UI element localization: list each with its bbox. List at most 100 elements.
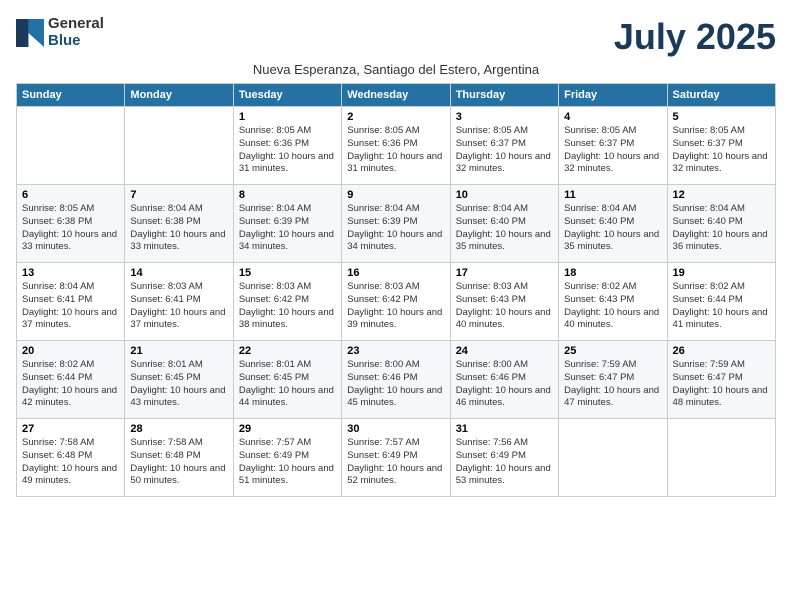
day-info: Sunrise: 8:04 AM Sunset: 6:40 PM Dayligh… (564, 203, 661, 254)
day-header-tuesday: Tuesday (233, 84, 341, 107)
day-info: Sunrise: 8:03 AM Sunset: 6:42 PM Dayligh… (347, 281, 444, 332)
day-number: 1 (239, 111, 336, 123)
day-number: 27 (22, 423, 119, 435)
day-info: Sunrise: 8:05 AM Sunset: 6:36 PM Dayligh… (239, 125, 336, 176)
day-number: 2 (347, 111, 444, 123)
calendar-cell: 26Sunrise: 7:59 AM Sunset: 6:47 PM Dayli… (667, 341, 775, 419)
calendar-cell: 29 Sunrise: 7:57 AM Sunset: 6:49 PM Dayli… (233, 419, 341, 497)
day-header-saturday: Saturday (667, 84, 775, 107)
day-number: 30 (347, 423, 444, 435)
day-info: Sunrise: 8:01 AM Sunset: 6:45 PM Dayligh… (239, 359, 336, 410)
calendar-cell: 14 Sunrise: 8:03 AM Sunset: 6:41 PM Dayli… (125, 263, 233, 341)
calendar-cell: 2 Sunrise: 8:05 AM Sunset: 6:36 PM Daylig… (342, 107, 450, 185)
day-info: Sunrise: 7:57 AM Sunset: 6:49 PM Dayligh… (239, 437, 336, 488)
day-header-monday: Monday (125, 84, 233, 107)
day-number: 6 (22, 189, 119, 201)
day-number: 9 (347, 189, 444, 201)
day-number: 25 (564, 345, 661, 357)
day-info: Sunrise: 8:04 AM Sunset: 6:40 PM Dayligh… (673, 203, 770, 254)
day-number: 14 (130, 267, 227, 279)
calendar-cell (559, 419, 667, 497)
calendar-cell: 17Sunrise: 8:03 AM Sunset: 6:43 PM Dayli… (450, 263, 558, 341)
calendar-week-2: 6 Sunrise: 8:05 AM Sunset: 6:38 PM Daylig… (17, 185, 776, 263)
calendar-cell: 19Sunrise: 8:02 AM Sunset: 6:44 PM Dayli… (667, 263, 775, 341)
calendar-cell: 1 Sunrise: 8:05 AM Sunset: 6:36 PM Daylig… (233, 107, 341, 185)
calendar-cell: 7 Sunrise: 8:04 AM Sunset: 6:38 PM Daylig… (125, 185, 233, 263)
day-info: Sunrise: 8:02 AM Sunset: 6:44 PM Dayligh… (22, 359, 119, 410)
day-number: 18 (564, 267, 661, 279)
calendar-cell: 21Sunrise: 8:01 AM Sunset: 6:45 PM Dayli… (125, 341, 233, 419)
calendar-cell: 18Sunrise: 8:02 AM Sunset: 6:43 PM Dayli… (559, 263, 667, 341)
day-info: Sunrise: 8:02 AM Sunset: 6:44 PM Dayligh… (673, 281, 770, 332)
day-number: 4 (564, 111, 661, 123)
day-info: Sunrise: 7:57 AM Sunset: 6:49 PM Dayligh… (347, 437, 444, 488)
day-info: Sunrise: 8:05 AM Sunset: 6:36 PM Dayligh… (347, 125, 444, 176)
calendar-cell: 11Sunrise: 8:04 AM Sunset: 6:40 PM Dayli… (559, 185, 667, 263)
day-number: 21 (130, 345, 227, 357)
calendar-cell: 12 Sunrise: 8:04 AM Sunset: 6:40 PM Dayli… (667, 185, 775, 263)
calendar-cell: 3 Sunrise: 8:05 AM Sunset: 6:37 PM Daylig… (450, 107, 558, 185)
calendar-cell: 13Sunrise: 8:04 AM Sunset: 6:41 PM Dayli… (17, 263, 125, 341)
day-number: 23 (347, 345, 444, 357)
day-number: 24 (456, 345, 553, 357)
calendar-cell: 24 Sunrise: 8:00 AM Sunset: 6:46 PM Dayli… (450, 341, 558, 419)
day-number: 15 (239, 267, 336, 279)
day-info: Sunrise: 8:00 AM Sunset: 6:46 PM Dayligh… (456, 359, 553, 410)
day-info: Sunrise: 7:58 AM Sunset: 6:48 PM Dayligh… (22, 437, 119, 488)
calendar-cell: 30 Sunrise: 7:57 AM Sunset: 6:49 PM Dayli… (342, 419, 450, 497)
calendar-cell: 8 Sunrise: 8:04 AM Sunset: 6:39 PM Daylig… (233, 185, 341, 263)
day-number: 5 (673, 111, 770, 123)
day-number: 17 (456, 267, 553, 279)
calendar-cell: 15 Sunrise: 8:03 AM Sunset: 6:42 PM Dayli… (233, 263, 341, 341)
day-info: Sunrise: 8:03 AM Sunset: 6:42 PM Dayligh… (239, 281, 336, 332)
day-header-thursday: Thursday (450, 84, 558, 107)
day-number: 12 (673, 189, 770, 201)
logo-blue-text: Blue (48, 33, 104, 50)
day-info: Sunrise: 8:00 AM Sunset: 6:46 PM Dayligh… (347, 359, 444, 410)
header: General Blue July 2025 (16, 16, 776, 58)
calendar-cell: 6 Sunrise: 8:05 AM Sunset: 6:38 PM Daylig… (17, 185, 125, 263)
calendar-cell (667, 419, 775, 497)
calendar-cell: 4 Sunrise: 8:05 AM Sunset: 6:37 PM Daylig… (559, 107, 667, 185)
day-number: 7 (130, 189, 227, 201)
day-info: Sunrise: 8:04 AM Sunset: 6:40 PM Dayligh… (456, 203, 553, 254)
calendar-cell: 31Sunrise: 7:56 AM Sunset: 6:49 PM Dayli… (450, 419, 558, 497)
day-number: 29 (239, 423, 336, 435)
day-number: 26 (673, 345, 770, 357)
calendar-week-5: 27 Sunrise: 7:58 AM Sunset: 6:48 PM Dayli… (17, 419, 776, 497)
calendar-cell: 23 Sunrise: 8:00 AM Sunset: 6:46 PM Dayli… (342, 341, 450, 419)
header-row: SundayMondayTuesdayWednesdayThursdayFrid… (17, 84, 776, 107)
day-number: 13 (22, 267, 119, 279)
day-info: Sunrise: 8:04 AM Sunset: 6:39 PM Dayligh… (239, 203, 336, 254)
day-number: 3 (456, 111, 553, 123)
calendar-cell: 22 Sunrise: 8:01 AM Sunset: 6:45 PM Dayli… (233, 341, 341, 419)
calendar-cell: 20Sunrise: 8:02 AM Sunset: 6:44 PM Dayli… (17, 341, 125, 419)
day-info: Sunrise: 8:05 AM Sunset: 6:37 PM Dayligh… (673, 125, 770, 176)
day-info: Sunrise: 8:04 AM Sunset: 6:38 PM Dayligh… (130, 203, 227, 254)
calendar-cell: 25 Sunrise: 7:59 AM Sunset: 6:47 PM Dayli… (559, 341, 667, 419)
day-number: 8 (239, 189, 336, 201)
calendar-cell: 28Sunrise: 7:58 AM Sunset: 6:48 PM Dayli… (125, 419, 233, 497)
day-header-friday: Friday (559, 84, 667, 107)
calendar-week-3: 13Sunrise: 8:04 AM Sunset: 6:41 PM Dayli… (17, 263, 776, 341)
calendar-week-1: 1 Sunrise: 8:05 AM Sunset: 6:36 PM Daylig… (17, 107, 776, 185)
day-info: Sunrise: 8:04 AM Sunset: 6:39 PM Dayligh… (347, 203, 444, 254)
calendar-cell (17, 107, 125, 185)
day-info: Sunrise: 8:05 AM Sunset: 6:37 PM Dayligh… (456, 125, 553, 176)
day-info: Sunrise: 7:59 AM Sunset: 6:47 PM Dayligh… (564, 359, 661, 410)
calendar-cell (125, 107, 233, 185)
calendar-cell: 27 Sunrise: 7:58 AM Sunset: 6:48 PM Dayli… (17, 419, 125, 497)
day-number: 10 (456, 189, 553, 201)
day-number: 22 (239, 345, 336, 357)
day-number: 31 (456, 423, 553, 435)
day-header-sunday: Sunday (17, 84, 125, 107)
logo: General Blue (16, 16, 104, 49)
calendar-cell: 10 Sunrise: 8:04 AM Sunset: 6:40 PM Dayli… (450, 185, 558, 263)
day-info: Sunrise: 8:05 AM Sunset: 6:38 PM Dayligh… (22, 203, 119, 254)
calendar-week-4: 20Sunrise: 8:02 AM Sunset: 6:44 PM Dayli… (17, 341, 776, 419)
day-number: 28 (130, 423, 227, 435)
day-number: 16 (347, 267, 444, 279)
day-info: Sunrise: 8:05 AM Sunset: 6:37 PM Dayligh… (564, 125, 661, 176)
logo-general-text: General (48, 16, 104, 33)
day-info: Sunrise: 8:03 AM Sunset: 6:41 PM Dayligh… (130, 281, 227, 332)
